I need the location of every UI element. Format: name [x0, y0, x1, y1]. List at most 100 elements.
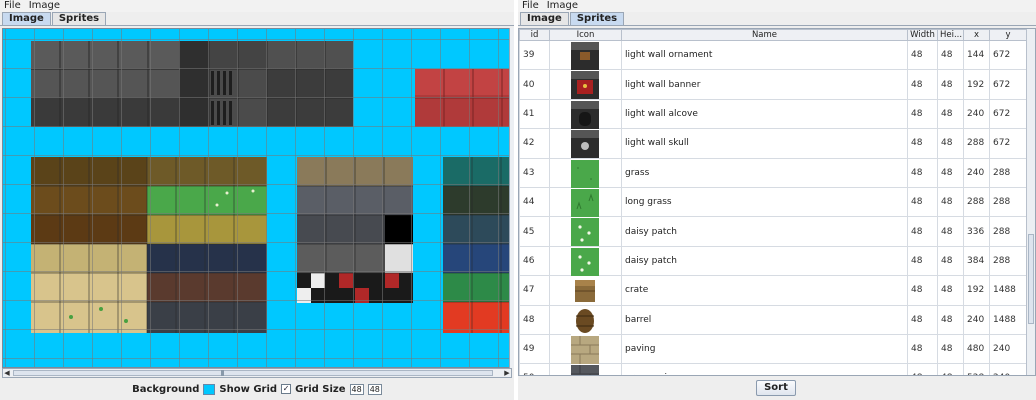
cell-icon[interactable]	[549, 333, 622, 365]
grid-width-field[interactable]: 48	[349, 383, 364, 395]
cell-icon[interactable]	[549, 304, 622, 335]
cell-x[interactable]: 336	[963, 216, 990, 247]
cell-y[interactable]: 1488	[989, 304, 1027, 335]
cell-name[interactable]: daisy patch	[621, 245, 908, 277]
spritesheet-canvas[interactable]	[2, 28, 512, 368]
cell-y[interactable]: 288	[989, 216, 1027, 247]
cell-height[interactable]: 48	[937, 275, 964, 306]
cell-width[interactable]: 48	[907, 69, 938, 100]
cell-id[interactable]: 42	[519, 128, 550, 159]
cell-x[interactable]: 192	[963, 275, 990, 306]
table-row[interactable]: 41 light wall alcove 48 48 240 672	[519, 98, 1027, 130]
cell-name[interactable]: light wall banner	[621, 69, 908, 100]
tab-image[interactable]: Image	[520, 12, 569, 25]
show-grid-checkbox[interactable]: ✓	[281, 384, 292, 394]
table-row[interactable]: 47 crate 48 48 192 1488	[519, 275, 1027, 306]
col-header-y[interactable]: y	[989, 29, 1027, 41]
table-scroll-thumb[interactable]	[1028, 234, 1034, 324]
cell-height[interactable]: 48	[937, 216, 964, 247]
cell-icon[interactable]	[549, 186, 622, 218]
table-row[interactable]: 43 grass 48 48 240 288	[519, 157, 1027, 188]
menu-file[interactable]: File	[522, 0, 539, 12]
cell-y[interactable]: 672	[989, 128, 1027, 159]
cell-width[interactable]: 48	[907, 333, 938, 365]
cell-width[interactable]: 48	[907, 363, 938, 375]
table-row[interactable]: 40 light wall banner 48 48 192 672	[519, 69, 1027, 100]
grid-height-field[interactable]: 48	[367, 383, 382, 395]
tab-image[interactable]: Image	[2, 12, 51, 25]
sort-button[interactable]: Sort	[756, 380, 796, 396]
cell-name[interactable]: light wall skull	[621, 128, 908, 159]
cell-icon[interactable]	[549, 69, 622, 100]
col-header-width[interactable]: Width	[907, 29, 938, 41]
cell-name[interactable]: light wall ornament	[621, 39, 908, 71]
cell-height[interactable]: 48	[937, 186, 964, 218]
col-header-icon[interactable]: Icon	[549, 29, 622, 41]
cell-height[interactable]: 48	[937, 304, 964, 335]
cell-name[interactable]: light wall alcove	[621, 98, 908, 130]
cell-icon[interactable]	[549, 275, 622, 306]
cell-id[interactable]: 49	[519, 333, 550, 365]
cell-icon[interactable]	[549, 216, 622, 247]
cell-x[interactable]: 240	[963, 98, 990, 130]
cell-name[interactable]: barrel	[621, 304, 908, 335]
menu-file[interactable]: File	[4, 0, 21, 12]
table-row[interactable]: 44 long grass 48 48 288 288	[519, 186, 1027, 218]
cell-height[interactable]: 48	[937, 333, 964, 365]
col-header-name[interactable]: Name	[621, 29, 908, 41]
cell-width[interactable]: 48	[907, 39, 938, 71]
cell-width[interactable]: 48	[907, 216, 938, 247]
cell-width[interactable]: 48	[907, 245, 938, 277]
cell-id[interactable]: 45	[519, 216, 550, 247]
table-row[interactable]: 39 light wall ornament 48 48 144 672	[519, 39, 1027, 71]
table-row[interactable]: 48 barrel 48 48 240 1488	[519, 304, 1027, 335]
cell-height[interactable]: 48	[937, 157, 964, 188]
canvas-vertical-scrollbar[interactable]	[509, 28, 514, 368]
scroll-left-arrow-icon[interactable]: ◀	[3, 369, 11, 377]
cell-icon[interactable]	[549, 39, 622, 71]
cell-x[interactable]: 384	[963, 245, 990, 277]
background-color-swatch[interactable]	[203, 383, 216, 395]
cell-width[interactable]: 48	[907, 275, 938, 306]
cell-y[interactable]: 1488	[989, 275, 1027, 306]
cell-y[interactable]: 672	[989, 98, 1027, 130]
cell-x[interactable]: 288	[963, 186, 990, 218]
cell-y[interactable]: 672	[989, 69, 1027, 100]
cell-id[interactable]: 48	[519, 304, 550, 335]
cell-id[interactable]: 40	[519, 69, 550, 100]
cell-y[interactable]: 240	[989, 333, 1027, 365]
cell-y[interactable]: 288	[989, 157, 1027, 188]
cell-height[interactable]: 48	[937, 245, 964, 277]
col-header-x[interactable]: x	[963, 29, 990, 41]
col-header-height[interactable]: Hei...	[937, 29, 964, 41]
tab-sprites[interactable]: Sprites	[51, 12, 107, 25]
cell-y[interactable]: 672	[989, 39, 1027, 71]
table-row[interactable]: 49 paving 48 48 480 240	[519, 333, 1027, 365]
menu-image[interactable]: Image	[547, 0, 578, 12]
cell-id[interactable]: 41	[519, 98, 550, 130]
cell-height[interactable]: 48	[937, 128, 964, 159]
cell-id[interactable]: 44	[519, 186, 550, 218]
cell-icon[interactable]	[549, 245, 622, 277]
scroll-right-arrow-icon[interactable]: ▶	[503, 369, 511, 377]
tab-sprites[interactable]: Sprites	[569, 12, 625, 25]
cell-icon[interactable]	[549, 363, 622, 375]
cell-x[interactable]: 240	[963, 157, 990, 188]
col-header-id[interactable]: id	[519, 29, 550, 41]
table-row[interactable]: 50grey paving4848528240	[519, 363, 1027, 375]
cell-id[interactable]: 50	[519, 363, 550, 375]
cell-id[interactable]: 47	[519, 275, 550, 306]
table-row[interactable]: 45 daisy patch 48 48 336 288	[519, 216, 1027, 247]
scroll-thumb[interactable]	[13, 370, 493, 376]
cell-icon[interactable]	[549, 98, 622, 130]
cell-height[interactable]: 48	[937, 69, 964, 100]
cell-width[interactable]: 48	[907, 304, 938, 335]
table-row[interactable]: 42 light wall skull 48 48 288 672	[519, 128, 1027, 159]
cell-x[interactable]: 480	[963, 333, 990, 365]
cell-width[interactable]: 48	[907, 186, 938, 218]
cell-width[interactable]: 48	[907, 157, 938, 188]
cell-icon[interactable]	[549, 157, 622, 188]
cell-name[interactable]: grey paving	[621, 363, 908, 375]
cell-width[interactable]: 48	[907, 98, 938, 130]
cell-name[interactable]: paving	[621, 333, 908, 365]
